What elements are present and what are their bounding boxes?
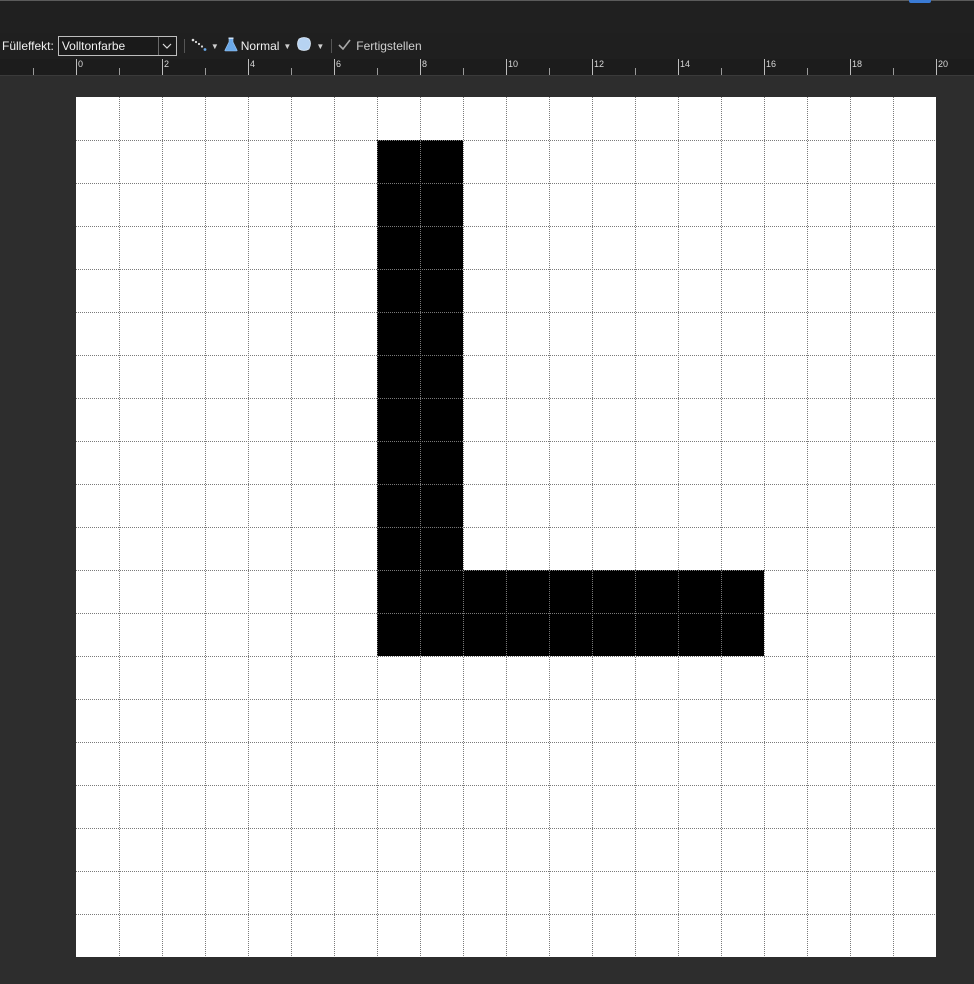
ruler-minor-tick bbox=[291, 68, 292, 75]
filled-pixel[interactable] bbox=[678, 570, 721, 613]
ruler-label: 2 bbox=[164, 59, 170, 69]
filled-pixel[interactable] bbox=[592, 613, 635, 656]
ruler-minor-tick bbox=[549, 68, 550, 75]
ruler-minor-tick bbox=[635, 68, 636, 75]
pixel-grid[interactable] bbox=[76, 97, 936, 957]
filled-pixel[interactable] bbox=[721, 613, 764, 656]
blend-mode-label: Normal bbox=[240, 39, 280, 53]
filled-pixel[interactable] bbox=[420, 527, 463, 570]
filled-pixel[interactable] bbox=[377, 226, 420, 269]
filled-pixel[interactable] bbox=[635, 613, 678, 656]
chevron-down-icon[interactable]: ▼ bbox=[316, 42, 324, 51]
filled-pixel[interactable] bbox=[420, 398, 463, 441]
filled-pixel[interactable] bbox=[721, 570, 764, 613]
filled-pixel[interactable] bbox=[549, 613, 592, 656]
ruler-minor-tick bbox=[205, 68, 206, 75]
ruler-major-tick bbox=[248, 59, 249, 75]
filled-pixel[interactable] bbox=[420, 312, 463, 355]
filled-pixel[interactable] bbox=[377, 570, 420, 613]
filled-pixel[interactable] bbox=[592, 570, 635, 613]
ruler-major-tick bbox=[420, 59, 421, 75]
ruler-major-tick bbox=[506, 59, 507, 75]
ruler-label: 14 bbox=[680, 59, 691, 69]
tool-options-bar: Fülleffekt: Volltonfarbe ▼ Normal ▼ ▼ Fe… bbox=[0, 33, 974, 59]
checkmark-icon bbox=[338, 39, 351, 53]
ruler-major-tick bbox=[850, 59, 851, 75]
ruler-label: 10 bbox=[508, 59, 519, 69]
image-canvas[interactable] bbox=[76, 97, 936, 957]
ruler-minor-tick bbox=[721, 68, 722, 75]
filled-pixel[interactable] bbox=[506, 613, 549, 656]
ruler-major-tick bbox=[334, 59, 335, 75]
ruler-label: 0 bbox=[78, 59, 84, 69]
ruler-major-tick bbox=[76, 59, 77, 75]
filled-pixel[interactable] bbox=[420, 140, 463, 183]
fill-effect-dropdown[interactable]: Volltonfarbe bbox=[57, 36, 177, 56]
ruler-label: 6 bbox=[336, 59, 342, 69]
filled-pixel[interactable] bbox=[420, 484, 463, 527]
ruler-major-tick bbox=[162, 59, 163, 75]
filled-pixel[interactable] bbox=[420, 570, 463, 613]
filled-pixel[interactable] bbox=[377, 312, 420, 355]
filled-pixel[interactable] bbox=[420, 226, 463, 269]
filled-pixel[interactable] bbox=[463, 570, 506, 613]
ruler-minor-tick bbox=[33, 68, 34, 75]
ruler-minor-tick bbox=[119, 68, 120, 75]
brush-stroke-icon bbox=[191, 38, 207, 55]
chevron-down-icon[interactable]: ▼ bbox=[283, 42, 291, 51]
ruler-label: 18 bbox=[852, 59, 863, 69]
ruler-label: 16 bbox=[766, 59, 777, 69]
title-bar bbox=[0, 0, 974, 33]
filled-pixel[interactable] bbox=[377, 183, 420, 226]
filled-pixel[interactable] bbox=[377, 140, 420, 183]
shape-button[interactable]: ▼ bbox=[296, 36, 329, 56]
ruler-minor-tick bbox=[893, 68, 894, 75]
finish-button[interactable]: Fertigstellen bbox=[338, 36, 422, 56]
filled-pixel[interactable] bbox=[420, 355, 463, 398]
ruler-minor-tick bbox=[807, 68, 808, 75]
ruler-label: 20 bbox=[938, 59, 949, 69]
ruler-major-tick bbox=[678, 59, 679, 75]
flask-icon bbox=[224, 37, 238, 55]
shape-blob-icon bbox=[296, 37, 312, 55]
ruler-major-tick bbox=[764, 59, 765, 75]
blend-mode-button[interactable]: Normal ▼ bbox=[224, 36, 297, 56]
ruler-label: 8 bbox=[422, 59, 428, 69]
filled-pixel[interactable] bbox=[377, 441, 420, 484]
filled-pixel[interactable] bbox=[549, 570, 592, 613]
filled-pixel[interactable] bbox=[377, 613, 420, 656]
toolbar-separator bbox=[183, 39, 185, 53]
ruler-major-tick bbox=[936, 59, 937, 75]
brush-mode-button[interactable]: ▼ bbox=[191, 36, 224, 56]
fill-effect-value: Volltonfarbe bbox=[61, 39, 126, 53]
accent-indicator bbox=[909, 0, 931, 3]
filled-pixel[interactable] bbox=[506, 570, 549, 613]
fill-effect-label: Fülleffekt: bbox=[2, 39, 54, 53]
ruler-minor-tick bbox=[463, 68, 464, 75]
filled-pixel[interactable] bbox=[420, 613, 463, 656]
filled-pixel[interactable] bbox=[377, 484, 420, 527]
filled-pixel[interactable] bbox=[463, 613, 506, 656]
filled-pixel[interactable] bbox=[635, 570, 678, 613]
horizontal-ruler: 0 2 4 6 8 10 12 14 16 18 20 bbox=[0, 59, 974, 76]
ruler-label: 12 bbox=[594, 59, 605, 69]
filled-pixel[interactable] bbox=[377, 398, 420, 441]
ruler-label: 4 bbox=[250, 59, 256, 69]
filled-pixel[interactable] bbox=[420, 269, 463, 312]
toolbar-separator bbox=[331, 39, 333, 53]
filled-pixel[interactable] bbox=[420, 183, 463, 226]
finish-label: Fertigstellen bbox=[356, 39, 422, 53]
ruler-major-tick bbox=[592, 59, 593, 75]
filled-pixel[interactable] bbox=[377, 269, 420, 312]
chevron-down-icon[interactable]: ▼ bbox=[211, 42, 219, 51]
ruler-minor-tick bbox=[377, 68, 378, 75]
chevron-down-icon[interactable] bbox=[157, 37, 176, 55]
filled-pixel[interactable] bbox=[678, 613, 721, 656]
filled-pixel[interactable] bbox=[377, 527, 420, 570]
filled-pixel[interactable] bbox=[420, 441, 463, 484]
filled-pixel[interactable] bbox=[377, 355, 420, 398]
